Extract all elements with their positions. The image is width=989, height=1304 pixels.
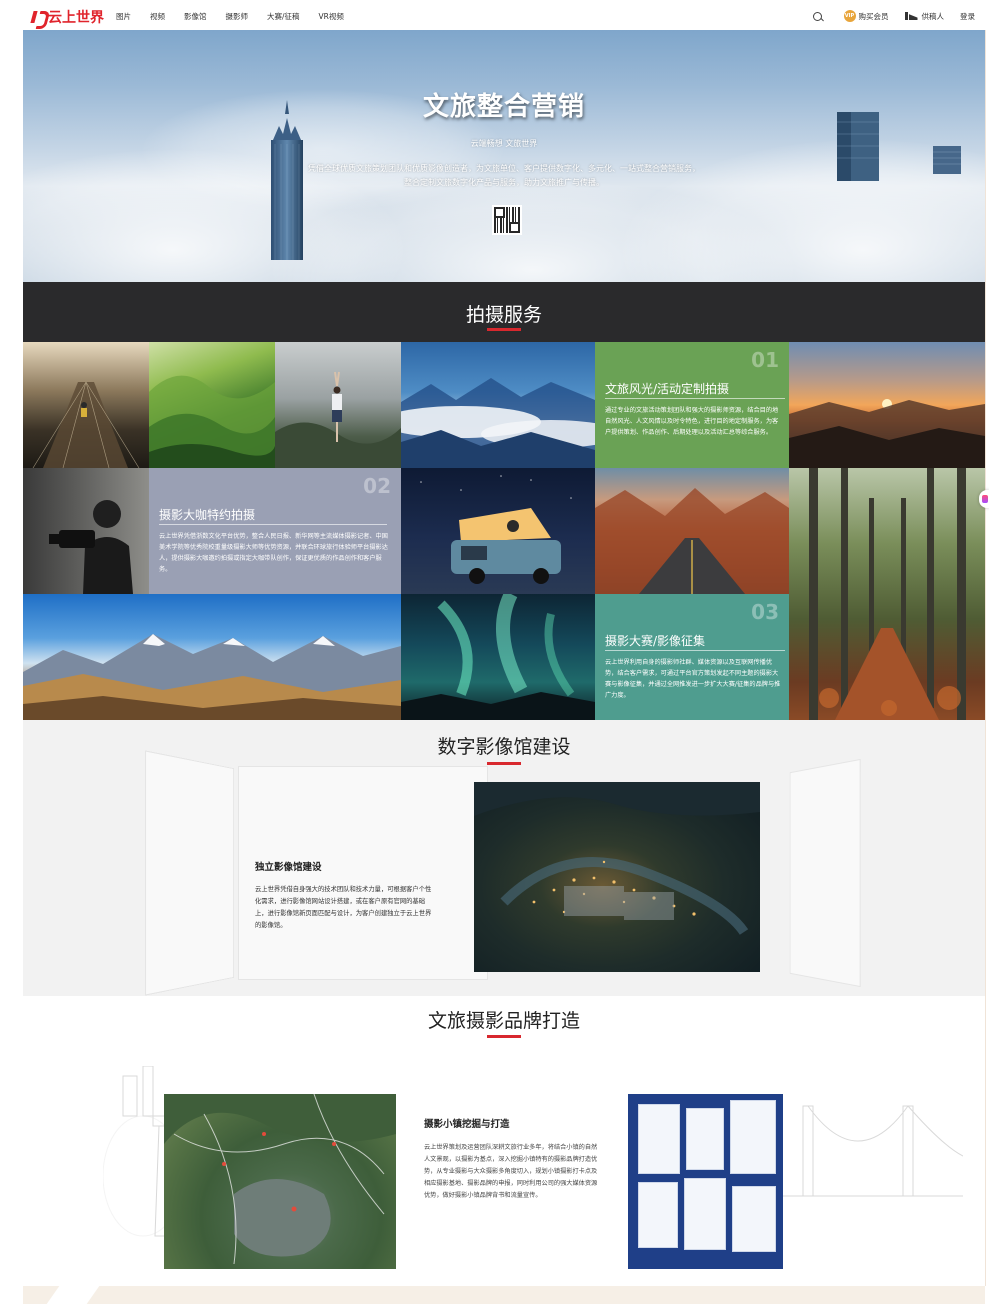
- logo-text: 云上世界: [48, 10, 104, 26]
- panel-title: 文旅风光/活动定制拍摄: [605, 382, 730, 396]
- snow-mountains-illustration: [23, 634, 401, 720]
- media-screenshot: [730, 1100, 776, 1174]
- canyon-road-illustration: [595, 488, 789, 594]
- service-panel-02[interactable]: 02 摄影大咖特约拍摄 云上世界凭借浙数文化平台优势，整合人民日报、新华网等主流…: [149, 468, 401, 594]
- main-nav: 图片 视频 影像馆 摄影师 大赛/征稿 VR视频: [116, 0, 363, 32]
- photo-photographer-silhouette[interactable]: [23, 468, 149, 594]
- photo-aurora[interactable]: [401, 594, 595, 720]
- digital-museum-section: 数字影像馆建设 独立影像馆建设 云上世界凭借自身强大的技术团队和技术力量，可根据…: [23, 720, 985, 996]
- media-screenshot: [638, 1182, 678, 1248]
- hero-description: 凭借全球优质文旅策划团队和优质影像创造者，为文旅单位、客户提供数字化、多元化、一…: [308, 164, 700, 187]
- skyscraper-left: [271, 100, 303, 260]
- panel-description: 云上世界凭借浙数文化平台优势，整合人民日报、新华网等主流媒体摄影记者、中国美术学…: [159, 533, 388, 573]
- photographer-illustration: [49, 500, 133, 594]
- contributor-label: 供稿人: [921, 11, 945, 21]
- nav-item-images[interactable]: 图片: [116, 11, 131, 22]
- clouds-mountains-illustration: [401, 378, 595, 468]
- museum-section-title: 数字影像馆建设: [437, 736, 571, 758]
- media-screenshot: [732, 1186, 776, 1252]
- museum-card-description: 云上世界凭借自身强大的技术团队和技术力量，可根据客户个性化需求，进行影像馆网站设…: [255, 886, 432, 929]
- panel-title: 摄影大赛/影像征集: [605, 634, 706, 648]
- photo-forest-path[interactable]: [789, 468, 985, 720]
- qr-code-image: [492, 205, 522, 235]
- qr-code-pattern: [494, 207, 520, 233]
- museum-card-title: 独立影像馆建设: [255, 862, 322, 873]
- footer-decoration: [23, 1286, 985, 1304]
- nav-item-videos[interactable]: 视频: [150, 11, 165, 22]
- contributor-link[interactable]: 供稿人: [904, 11, 945, 22]
- aurora-illustration: [401, 594, 595, 720]
- media-screenshot: [638, 1104, 680, 1174]
- nav-item-photographers[interactable]: 摄影师: [226, 11, 249, 22]
- shooting-section-title: 拍摄服务: [465, 304, 542, 326]
- right-edge-line: [985, 30, 986, 1286]
- brand-card-description: 云上世界策划及运营团队深耕文旅行业多年，将结合小镇的自然人文景观，以摄影为基点，…: [424, 1144, 598, 1199]
- photo-camper-van-night[interactable]: [401, 468, 595, 594]
- contributor-icon: [904, 12, 919, 20]
- hills-illustration: [149, 375, 275, 468]
- vip-crown-icon: VIP: [843, 10, 856, 22]
- site-logo[interactable]: 云上世界: [32, 7, 104, 27]
- photo-yoga-mountain[interactable]: [275, 342, 401, 468]
- satellite-map-illustration: [164, 1094, 396, 1265]
- panel-number: 01: [751, 348, 779, 372]
- photo-night-town-aerial[interactable]: [474, 782, 760, 972]
- buy-vip-link[interactable]: VIP 购买会员: [843, 10, 889, 22]
- wall-panel: [789, 758, 861, 988]
- hero-title: 文旅整合营销: [422, 92, 585, 122]
- shooting-section-header: 拍摄服务: [23, 282, 985, 342]
- photo-canyon-road[interactable]: [595, 468, 789, 594]
- camper-illustration: [420, 475, 572, 584]
- service-panel-01[interactable]: 01 文旅风光/活动定制拍摄 通过专业的文旅活动策划团队和强大的摄影师资源，结合…: [595, 342, 789, 468]
- title-underline: [487, 1035, 521, 1038]
- user-nav: VIP 购买会员 供稿人 登录: [797, 0, 975, 32]
- top-navbar: 云上世界 图片 视频 影像馆 摄影师 大赛/征稿 VR视频 VIP 购买会员 供…: [0, 0, 989, 32]
- brand-card-title: 摄影小镇挖掘与打造: [424, 1119, 510, 1130]
- brand-section-title: 文旅摄影品牌打造: [427, 1010, 580, 1032]
- panel-number: 02: [363, 474, 391, 498]
- bridge-sketch: [783, 1105, 963, 1197]
- photo-bridge-hiker[interactable]: [23, 342, 149, 468]
- logo-mark-icon: [32, 9, 46, 25]
- photo-sea-of-clouds[interactable]: [401, 342, 595, 468]
- sunset-illustration: [789, 399, 985, 468]
- night-town-illustration: [474, 782, 760, 935]
- hero-banner: 文旅整合营销 云端畅想 文旅世界 凭借全球优质文旅策划团队和优质影像创造者，为文…: [23, 30, 985, 282]
- brand-building-section: 文旅摄影品牌打造 摄影小镇挖掘与打造 云上世界策划及运营团队深耕文旅行业多年，将…: [23, 996, 985, 1286]
- media-screenshot: [684, 1178, 726, 1250]
- panel-description: 通过专业的文旅活动策划团队和强大的摄影师资源，结合目的地自然风光、人文风情以及时…: [605, 407, 779, 436]
- search-button[interactable]: [812, 11, 828, 21]
- shooting-grid: 01 文旅风光/活动定制拍摄 通过专业的文旅活动策划团队和强大的摄影师资源，结合…: [23, 342, 985, 720]
- hero-subtitle: 云端畅想 文旅世界: [470, 139, 538, 148]
- nav-item-vr-videos[interactable]: VR视频: [319, 11, 344, 22]
- wall-panel: [238, 766, 488, 980]
- panel-divider: [605, 650, 785, 651]
- photo-snow-mountains[interactable]: [23, 594, 401, 720]
- panel-title: 摄影大咖特约拍摄: [159, 508, 256, 522]
- nav-item-gallery[interactable]: 影像馆: [184, 11, 207, 22]
- panel-divider: [605, 398, 785, 399]
- yoga-illustration: [275, 371, 401, 468]
- media-screenshot: [686, 1108, 724, 1170]
- photo-green-hills[interactable]: [149, 342, 275, 468]
- forest-illustration: [809, 468, 966, 720]
- wall-panel: [145, 750, 234, 996]
- photo-satellite-map[interactable]: [164, 1094, 396, 1269]
- title-underline: [487, 762, 521, 765]
- buy-vip-label: 购买会员: [858, 11, 889, 21]
- panel-divider: [159, 524, 387, 525]
- search-icon: [812, 11, 822, 21]
- bridge-illustration: [32, 381, 140, 468]
- nav-item-contests[interactable]: 大赛/征稿: [267, 11, 300, 22]
- side-float-widget[interactable]: [979, 490, 989, 508]
- panel-description: 云上世界利用自身的摄影师社群、媒体资源以及互联网传播优势，结合客户需求，可通过平…: [605, 659, 781, 699]
- panel-number: 03: [751, 600, 779, 624]
- login-link[interactable]: 登录: [960, 11, 975, 22]
- title-underline: [487, 328, 521, 331]
- photo-media-collage[interactable]: [628, 1094, 783, 1269]
- photo-sunset-valley[interactable]: [789, 342, 985, 468]
- service-panel-03[interactable]: 03 摄影大赛/影像征集 云上世界利用自身的摄影师社群、媒体资源以及互联网传播优…: [595, 594, 789, 720]
